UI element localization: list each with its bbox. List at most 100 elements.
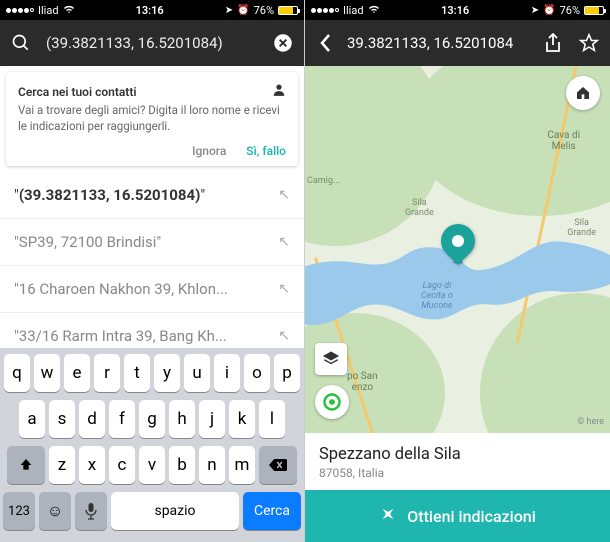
map-label-sila: SilaGrande: [567, 218, 596, 238]
key-m[interactable]: m: [229, 446, 255, 484]
contacts-ignore-button[interactable]: Ignora: [192, 144, 226, 158]
result-text: "SP39, 72100 Brindisi": [14, 233, 161, 251]
key-s[interactable]: s: [49, 400, 75, 438]
result-text: "(39.3821133, 16.5201084)": [14, 186, 205, 204]
search-result-row[interactable]: "16 Charoen Nakhon 39, Khlon... ↖: [0, 266, 304, 313]
key-v[interactable]: v: [139, 446, 165, 484]
contacts-accept-button[interactable]: Sì, fallo: [246, 144, 286, 158]
clock-label: 13:16: [441, 4, 469, 17]
directions-icon: [379, 505, 397, 527]
key-c[interactable]: c: [109, 446, 135, 484]
key-h[interactable]: h: [169, 400, 195, 438]
favorite-button[interactable]: [578, 32, 600, 54]
battery-icon: [278, 6, 298, 15]
key-t[interactable]: t: [124, 354, 150, 392]
result-text: "16 Charoen Nakhon 39, Khlon...: [14, 280, 228, 298]
key-l[interactable]: l: [259, 400, 285, 438]
clear-search-button[interactable]: [272, 32, 294, 54]
home-button[interactable]: [566, 76, 600, 110]
map-label-camig: Camig...: [307, 176, 340, 186]
header-title: 39.3821133, 16.5201084: [347, 34, 532, 52]
key-backspace[interactable]: [259, 446, 297, 484]
search-value: (39.3821133, 16.5201084): [46, 34, 223, 52]
battery-icon: [584, 6, 604, 15]
key-n[interactable]: n: [199, 446, 225, 484]
key-e[interactable]: e: [64, 354, 90, 392]
map-canvas[interactable]: Cava diMelis SilaGrande SilaGrande Lago …: [305, 66, 610, 433]
map-pin[interactable]: [441, 224, 475, 264]
alarm-icon: ⏰: [237, 5, 249, 16]
carrier-label: Iliad: [343, 4, 364, 17]
key-space[interactable]: spazio: [111, 492, 239, 530]
wifi-icon: [63, 4, 75, 17]
back-button[interactable]: [315, 32, 337, 54]
key-f[interactable]: f: [109, 400, 135, 438]
share-button[interactable]: [542, 32, 564, 54]
carrier-label: Iliad: [38, 4, 59, 17]
key-w[interactable]: w: [34, 354, 60, 392]
key-j[interactable]: j: [199, 400, 225, 438]
battery-pct: 76%: [254, 4, 274, 17]
contacts-prompt-card: Cerca nei tuoi contatti Vai a trovare de…: [6, 72, 298, 166]
key-o[interactable]: o: [244, 354, 270, 392]
insert-arrow-icon[interactable]: ↖: [278, 234, 290, 250]
key-q[interactable]: q: [4, 354, 30, 392]
battery-pct: 76%: [560, 4, 580, 17]
key-r[interactable]: r: [94, 354, 120, 392]
key-b[interactable]: b: [169, 446, 195, 484]
map-label-town: po Sanenzo: [347, 371, 378, 393]
key-d[interactable]: d: [79, 400, 105, 438]
cta-label: Ottieni indicazioni: [407, 507, 536, 526]
key-g[interactable]: g: [139, 400, 165, 438]
location-arrow-icon: ➤: [225, 5, 233, 16]
key-dictation[interactable]: [75, 492, 107, 530]
map-credits: © here: [577, 417, 604, 427]
key-y[interactable]: y: [154, 354, 180, 392]
locate-me-button[interactable]: [315, 385, 349, 419]
key-search[interactable]: Cerca: [243, 492, 301, 530]
key-shift[interactable]: [7, 446, 45, 484]
keyboard-row: 123 ☺ spazio Cerca: [3, 492, 301, 530]
signal-icon: [311, 8, 339, 13]
search-header: (39.3821133, 16.5201084): [0, 20, 304, 66]
map-label-lake: Lago diCecita oMucone: [421, 281, 453, 311]
location-arrow-icon: ➤: [531, 5, 539, 16]
key-u[interactable]: u: [184, 354, 210, 392]
map-label-cava: Cava diMelis: [547, 130, 580, 152]
key-x[interactable]: x: [79, 446, 105, 484]
keyboard-row: z x c v b n m: [3, 446, 301, 484]
alarm-icon: ⏰: [543, 5, 555, 16]
get-directions-button[interactable]: Ottieni indicazioni: [305, 490, 610, 542]
insert-arrow-icon[interactable]: ↖: [278, 187, 290, 203]
layers-button[interactable]: [315, 343, 347, 375]
place-sub: 87058, Italia: [319, 466, 596, 480]
statusbar: Iliad 13:16 ➤ ⏰ 76%: [305, 0, 610, 20]
key-i[interactable]: i: [214, 354, 240, 392]
place-sheet: Spezzano della Sila 87058, Italia: [305, 433, 610, 490]
statusbar: Iliad 13:16 ➤ ⏰ 76%: [0, 0, 304, 20]
search-input[interactable]: (39.3821133, 16.5201084): [42, 34, 262, 52]
keyboard-row: a s d f g h j k l: [3, 400, 301, 438]
signal-icon: [6, 8, 34, 13]
search-results-list: "(39.3821133, 16.5201084)" ↖ "SP39, 7210…: [0, 172, 304, 348]
search-result-row[interactable]: "33/16 Rarm Intra 39, Bang Kh... ↖: [0, 313, 304, 348]
contacts-card-desc: Vai a trovare degli amici? Digita il lor…: [18, 103, 286, 134]
keyboard-row: q w e r t y u i o p: [3, 354, 301, 392]
key-a[interactable]: a: [19, 400, 45, 438]
result-text: "33/16 Rarm Intra 39, Bang Kh...: [14, 327, 227, 345]
insert-arrow-icon[interactable]: ↖: [278, 328, 290, 344]
wifi-icon: [368, 4, 380, 17]
contacts-card-title: Cerca nei tuoi contatti: [18, 85, 136, 99]
key-p[interactable]: p: [274, 354, 300, 392]
key-k[interactable]: k: [229, 400, 255, 438]
search-result-row[interactable]: "SP39, 72100 Brindisi" ↖: [0, 219, 304, 266]
search-result-row[interactable]: "(39.3821133, 16.5201084)" ↖: [0, 172, 304, 219]
insert-arrow-icon[interactable]: ↖: [278, 281, 290, 297]
detail-header: 39.3821133, 16.5201084: [305, 20, 610, 66]
person-icon: [272, 82, 286, 101]
ios-keyboard: q w e r t y u i o p a s d f g h j k l z: [0, 348, 304, 542]
key-numbers[interactable]: 123: [3, 492, 35, 530]
search-icon[interactable]: [10, 32, 32, 54]
key-z[interactable]: z: [49, 446, 75, 484]
key-emoji[interactable]: ☺: [39, 492, 71, 530]
